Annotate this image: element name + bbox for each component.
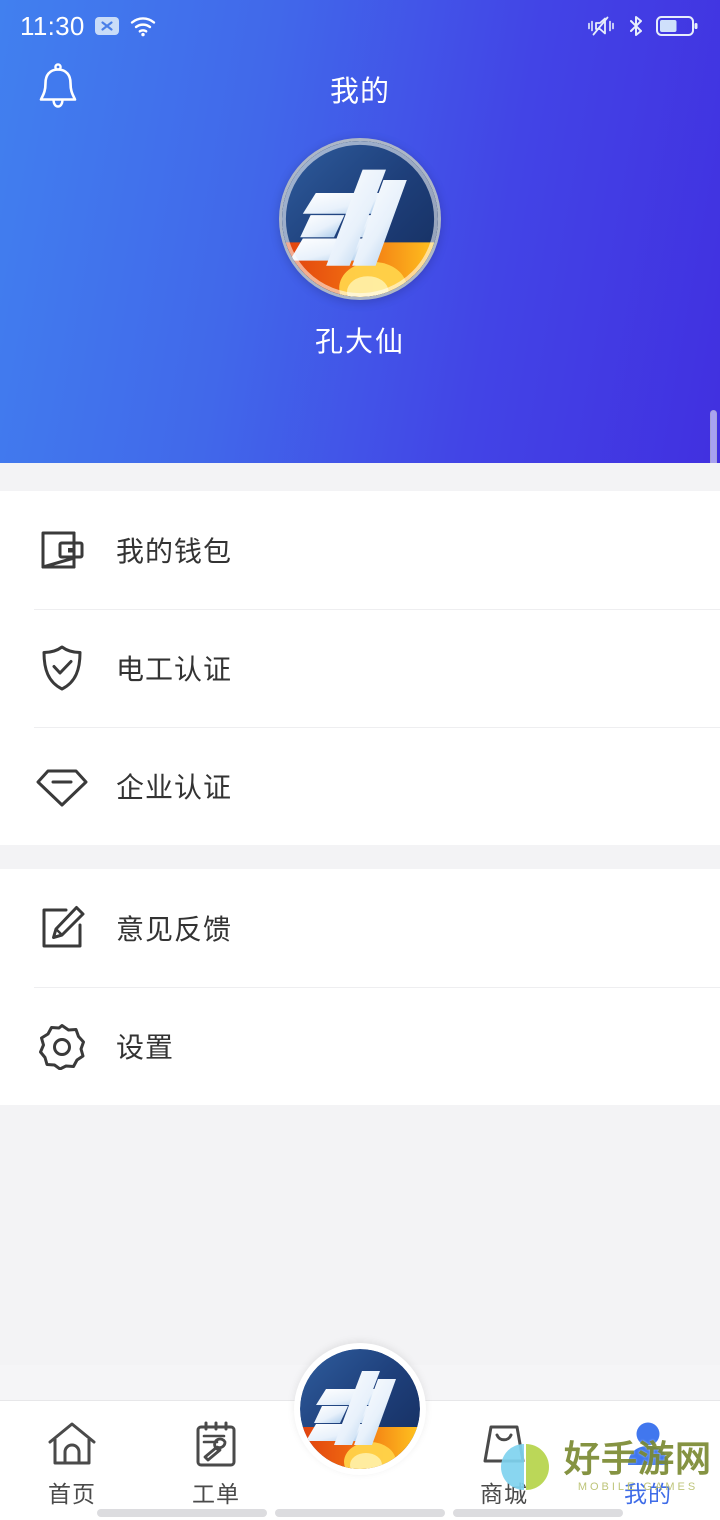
app-logo-fab-icon [300,1349,420,1469]
section-gap-mid [0,845,720,869]
gesture-segment-left[interactable] [97,1509,267,1517]
tab-mall[interactable]: 商城 [432,1401,576,1520]
avatar[interactable] [279,138,441,300]
wallet-icon [34,528,90,572]
wifi-icon [129,14,157,38]
app-screen: 11:30 我的 孔大仙 我的钱包 电工认证 企业认证 意见反馈 设置 首页 工… [0,0,720,1520]
section-gap-top [0,463,720,491]
diamond-icon [34,764,90,808]
gear-icon [34,1022,90,1070]
menu-item-label: 电工认证 [116,654,233,685]
profile-block: 孔大仙 [0,138,720,360]
shopping-bag-icon [480,1417,528,1471]
tab-label: 首页 [48,1481,96,1507]
tab-home[interactable]: 首页 [0,1401,144,1520]
menu-item-label: 我的钱包 [116,536,233,567]
tab-center-logo[interactable] [288,1343,432,1520]
tab-label: 工单 [192,1481,240,1507]
home-icon [47,1417,97,1471]
menu-item-feedback[interactable]: 意见反馈 [0,869,720,987]
no-sim-x-icon [94,15,120,37]
username: 孔大仙 [314,326,405,357]
bottom-tab-bar: 首页 工单 商城 我的 [0,1343,720,1520]
page-scrollbar[interactable] [710,410,717,463]
nav-bar: 我的 [0,52,720,130]
vibrate-mute-icon [586,14,616,38]
edit-square-icon [34,904,90,952]
menu-item-label: 意见反馈 [116,914,233,945]
menu-group-support: 意见反馈 设置 [0,869,720,1105]
menu-item-electrician-cert[interactable]: 电工认证 [0,609,720,727]
bluetooth-icon [627,14,645,38]
battery-icon [656,15,698,37]
menu-item-enterprise-cert[interactable]: 企业认证 [0,727,720,845]
user-icon [623,1417,673,1471]
system-gesture-bar [0,1506,720,1520]
gesture-segment-right[interactable] [453,1509,623,1517]
tab-workorder[interactable]: 工单 [144,1401,288,1520]
app-logo-dian-icon [282,141,438,297]
page-title: 我的 [329,76,390,108]
page-filler [0,1105,720,1365]
profile-header: 11:30 我的 孔大仙 [0,0,720,463]
status-bar-left: 11:30 [20,11,157,42]
tab-profile[interactable]: 我的 [576,1401,720,1520]
gesture-segment-center[interactable] [275,1509,445,1517]
menu-item-wallet[interactable]: 我的钱包 [0,491,720,609]
status-bar: 11:30 [0,0,720,52]
menu-group-account: 我的钱包 电工认证 企业认证 [0,491,720,845]
tab-label: 我的 [624,1481,672,1507]
tab-label: 商城 [480,1481,528,1507]
clipboard-wrench-icon [193,1417,239,1471]
shield-check-icon [34,644,90,692]
menu-item-label: 设置 [116,1032,175,1063]
menu-item-label: 企业认证 [116,772,233,803]
center-fab-button[interactable] [294,1343,426,1475]
status-time: 11:30 [20,10,85,41]
status-bar-right [586,14,698,38]
menu-item-settings[interactable]: 设置 [0,987,720,1105]
